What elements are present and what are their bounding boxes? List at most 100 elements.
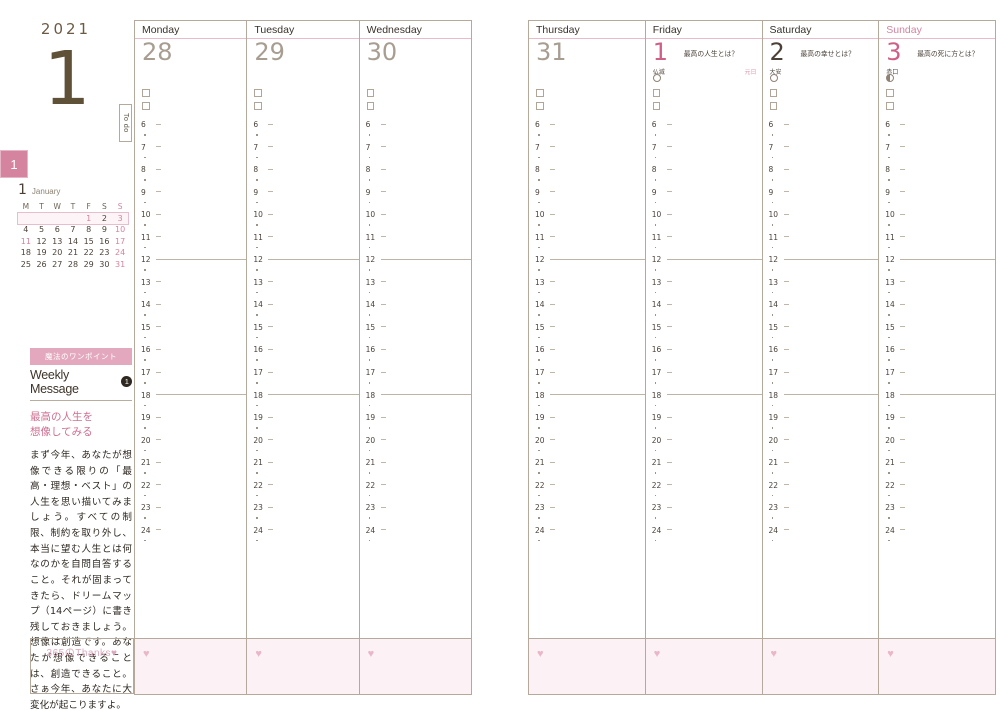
- hour-row[interactable]: 15: [763, 323, 879, 350]
- hour-row[interactable]: 9: [763, 188, 879, 215]
- hour-row[interactable]: 24: [360, 526, 471, 553]
- timeline[interactable]: 6 7 8 9 10 11 12 13 14 15 16 17 18 19 20 21 22 23 24: [360, 120, 471, 638]
- hour-row[interactable]: 22: [135, 481, 246, 508]
- hour-row[interactable]: 6: [247, 120, 358, 147]
- hour-row[interactable]: 6: [360, 120, 471, 147]
- mini-cal-day[interactable]: 24: [112, 247, 128, 259]
- thanks-entry-cell[interactable]: ♥: [135, 638, 247, 694]
- hour-row[interactable]: 6: [763, 120, 879, 147]
- mini-cal-day[interactable]: 26: [34, 259, 50, 271]
- hour-row[interactable]: 10: [247, 210, 358, 237]
- hour-row[interactable]: 24: [135, 526, 246, 553]
- hour-row[interactable]: 13: [646, 278, 762, 305]
- month-tab[interactable]: 1: [0, 150, 28, 178]
- hour-row[interactable]: 20: [646, 436, 762, 463]
- thanks-entry-cell[interactable]: ♥: [879, 638, 995, 694]
- hour-row[interactable]: 22: [529, 481, 645, 508]
- hour-row[interactable]: 12: [879, 255, 995, 282]
- timeline[interactable]: 6 7 8 9 10 11 12 13 14 15 16 17 18 19 20 21 22 23 24: [247, 120, 359, 638]
- hour-row[interactable]: 15: [360, 323, 471, 350]
- hour-row[interactable]: 9: [646, 188, 762, 215]
- thanks-entry-cell[interactable]: ♥: [529, 638, 645, 694]
- hour-row[interactable]: 22: [763, 481, 879, 508]
- mini-cal-day[interactable]: 21: [65, 247, 81, 259]
- hour-row[interactable]: 15: [247, 323, 358, 350]
- hour-row[interactable]: 21: [529, 458, 645, 485]
- hour-row[interactable]: 12: [646, 255, 762, 282]
- hour-row[interactable]: 12: [763, 255, 879, 282]
- hour-row[interactable]: 19: [646, 413, 762, 440]
- hour-row[interactable]: 17: [646, 368, 762, 395]
- hour-row[interactable]: 16: [529, 345, 645, 372]
- hour-row[interactable]: 23: [763, 503, 879, 530]
- hour-row[interactable]: 17: [879, 368, 995, 395]
- todo-checkbox[interactable]: [254, 102, 262, 110]
- hour-row[interactable]: 13: [529, 278, 645, 305]
- hour-row[interactable]: 10: [879, 210, 995, 237]
- hour-row[interactable]: 8: [763, 165, 879, 192]
- hour-row[interactable]: 10: [360, 210, 471, 237]
- todo-checkbox[interactable]: [652, 89, 661, 97]
- hour-row[interactable]: 11: [879, 233, 995, 260]
- mini-cal-day[interactable]: 18: [18, 247, 34, 259]
- hour-row[interactable]: 8: [360, 165, 471, 192]
- hour-row[interactable]: 14: [135, 300, 246, 327]
- hour-row[interactable]: 20: [529, 436, 645, 463]
- hour-row[interactable]: 12: [360, 255, 471, 282]
- hour-row[interactable]: 9: [247, 188, 358, 215]
- mini-cal-day[interactable]: 14: [65, 236, 81, 248]
- hour-row[interactable]: 15: [879, 323, 995, 350]
- hour-row[interactable]: 10: [763, 210, 879, 237]
- hour-row[interactable]: 17: [247, 368, 358, 395]
- hour-row[interactable]: 9: [135, 188, 246, 215]
- mini-cal-day[interactable]: 3: [112, 212, 128, 224]
- hour-row[interactable]: 18: [879, 391, 995, 418]
- hour-row[interactable]: 16: [135, 345, 246, 372]
- timeline[interactable]: 6 7 8 9 10 11 12 13 14 15 16 17 18 19 20 21 22 23 24: [879, 120, 995, 638]
- mini-cal-day[interactable]: 1: [80, 212, 97, 224]
- mini-cal-day[interactable]: 23: [97, 247, 113, 259]
- mini-cal-day[interactable]: 7: [65, 224, 81, 236]
- hour-row[interactable]: 8: [646, 165, 762, 192]
- hour-row[interactable]: 21: [879, 458, 995, 485]
- hour-row[interactable]: 15: [529, 323, 645, 350]
- thanks-entry-cell[interactable]: ♥: [247, 638, 359, 694]
- hour-row[interactable]: 10: [135, 210, 246, 237]
- mini-cal-day[interactable]: 29: [81, 259, 97, 271]
- hour-row[interactable]: 19: [247, 413, 358, 440]
- hour-row[interactable]: 22: [646, 481, 762, 508]
- hour-row[interactable]: 18: [247, 391, 359, 418]
- hour-row[interactable]: 18: [360, 391, 471, 418]
- hour-row[interactable]: 23: [879, 503, 995, 530]
- hour-row[interactable]: 14: [763, 300, 879, 327]
- hour-row[interactable]: 16: [879, 345, 995, 372]
- hour-row[interactable]: 12: [135, 255, 247, 282]
- hour-row[interactable]: 23: [646, 503, 762, 530]
- hour-row[interactable]: 7: [247, 143, 358, 170]
- hour-row[interactable]: 23: [360, 503, 471, 530]
- hour-row[interactable]: 6: [529, 120, 645, 147]
- mini-cal-day[interactable]: 30: [97, 259, 113, 271]
- todo-checkbox[interactable]: [886, 102, 894, 110]
- hour-row[interactable]: 17: [529, 368, 645, 395]
- hour-row[interactable]: 6: [135, 120, 246, 147]
- mini-cal-day[interactable]: 17: [112, 236, 128, 248]
- hour-row[interactable]: 6: [646, 120, 762, 147]
- hour-row[interactable]: 15: [135, 323, 246, 350]
- hour-row[interactable]: 21: [763, 458, 879, 485]
- todo-checkbox[interactable]: [536, 89, 544, 97]
- hour-row[interactable]: 14: [247, 300, 358, 327]
- hour-row[interactable]: 13: [135, 278, 246, 305]
- hour-row[interactable]: 8: [135, 165, 246, 192]
- hour-row[interactable]: 22: [879, 481, 995, 508]
- mini-cal-day[interactable]: 31: [112, 259, 128, 271]
- hour-row[interactable]: 19: [879, 413, 995, 440]
- hour-row[interactable]: 16: [360, 345, 471, 372]
- hour-row[interactable]: 10: [646, 210, 762, 237]
- hour-row[interactable]: 24: [646, 526, 762, 553]
- mini-cal-day[interactable]: 27: [49, 259, 65, 271]
- mini-cal-day[interactable]: 28: [65, 259, 81, 271]
- hour-row[interactable]: 11: [247, 233, 358, 260]
- todo-checkbox[interactable]: [366, 102, 375, 110]
- hour-row[interactable]: 19: [135, 413, 246, 440]
